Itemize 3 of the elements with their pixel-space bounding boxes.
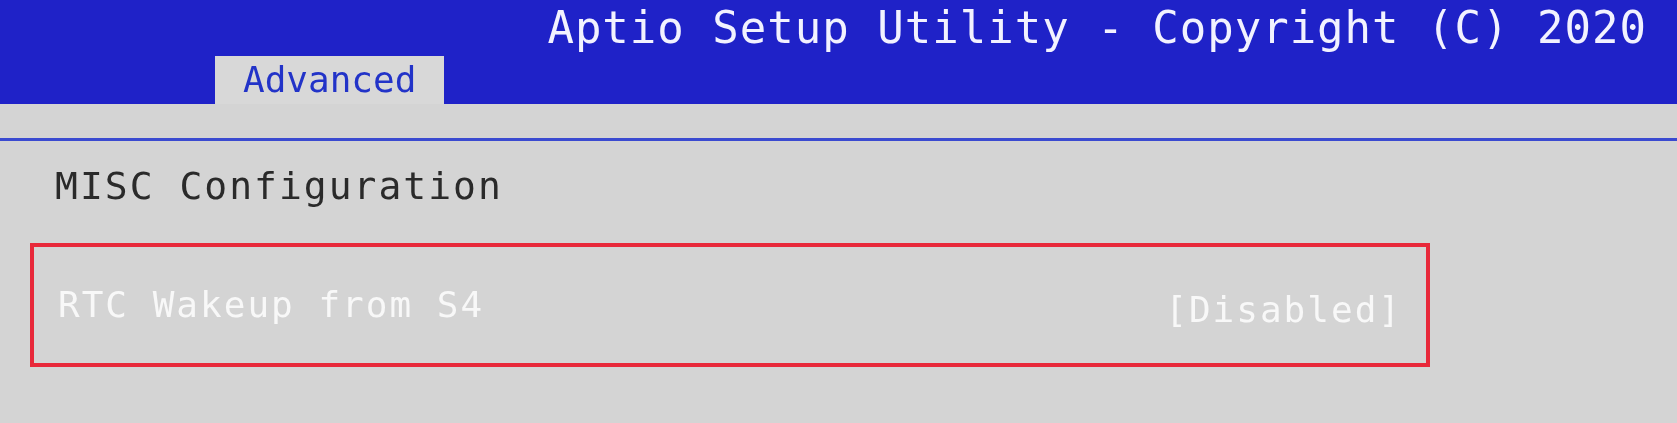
section-title: MISC Configuration xyxy=(55,163,503,210)
menu-tab[interactable]: Advanced xyxy=(215,56,445,104)
header-title: Aptio Setup Utility - Copyright (C) 2020 xyxy=(547,1,1647,55)
